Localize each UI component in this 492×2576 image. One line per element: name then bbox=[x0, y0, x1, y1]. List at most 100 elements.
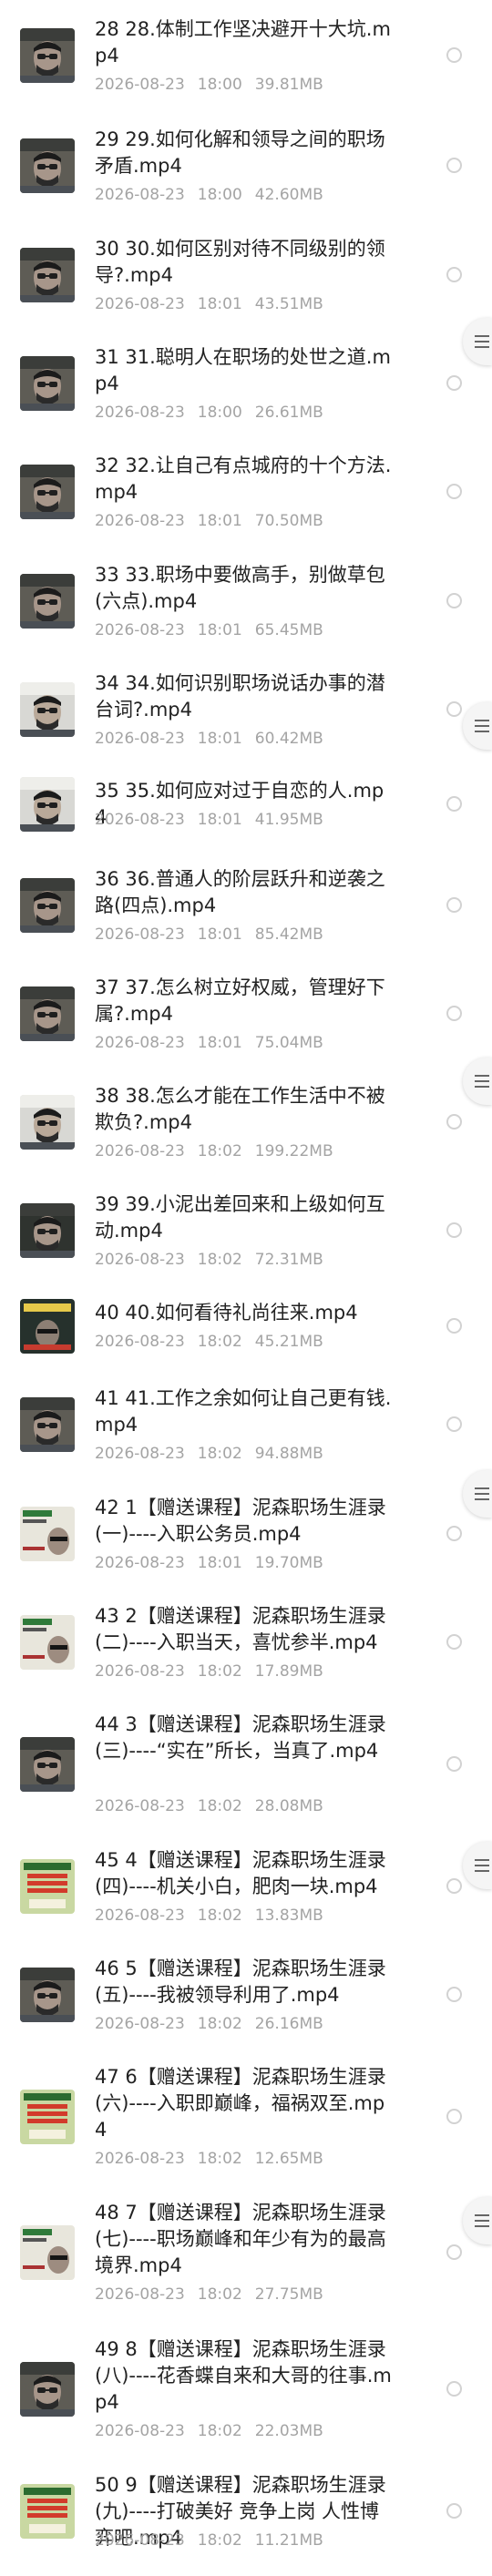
file-time: 18:02 bbox=[197, 1662, 242, 1681]
file-date: 2026-08-23 bbox=[95, 1333, 185, 1351]
file-list-item[interactable]: 35 35.如何应对过于自恋的人.mp4 2026-08-23 18:01 41.95… bbox=[0, 777, 492, 832]
file-list-item[interactable]: 28 28.体制工作坚决避开十大坑.mp4 2026-08-23 18:00 39.8… bbox=[0, 16, 492, 95]
file-time: 18:02 bbox=[197, 1906, 242, 1925]
video-thumbnail bbox=[20, 1299, 75, 1354]
file-list-item[interactable]: 37 37.怎么树立好权威，管理好下属?.mp4 2026-08-23 18:01 7… bbox=[0, 975, 492, 1053]
radio-unchecked-icon[interactable] bbox=[446, 593, 462, 608]
video-thumbnail bbox=[20, 248, 75, 302]
file-size: 19.70MB bbox=[254, 1554, 323, 1572]
radio-unchecked-icon[interactable] bbox=[446, 1756, 462, 1772]
file-date: 2026-08-23 bbox=[95, 404, 185, 422]
drag-handle-bar bbox=[475, 2220, 489, 2222]
radio-unchecked-icon[interactable] bbox=[446, 1634, 462, 1650]
file-size: 28.08MB bbox=[254, 1797, 323, 1815]
file-list-item[interactable]: 40 40.如何看待礼尚往来.mp4 2026-08-23 18:02 45.21MB bbox=[0, 1299, 492, 1354]
radio-unchecked-icon[interactable] bbox=[446, 1318, 462, 1334]
file-list-item[interactable]: 47 6【赠送课程】泥森职场生涯录(六)----入职即巅峰，福祸双至.mp4 20… bbox=[0, 2064, 492, 2169]
file-date: 2026-08-23 bbox=[95, 512, 185, 530]
file-name: 31 31.聪明人在职场的处世之道.mp4 bbox=[95, 346, 391, 394]
file-date: 2026-08-23 bbox=[95, 2015, 185, 2033]
file-date: 2026-08-23 bbox=[95, 1554, 185, 1572]
file-size: 75.04MB bbox=[254, 1034, 323, 1052]
radio-unchecked-icon[interactable] bbox=[446, 1878, 462, 1894]
file-name: 29 29.如何化解和领导之间的职场矛盾.mp4 bbox=[95, 128, 385, 177]
file-name: 45 4【赠送课程】泥森职场生涯录(四)----机关小白，肥肉一块.mp4 bbox=[95, 1849, 386, 1897]
drag-handle-bar bbox=[475, 346, 489, 348]
radio-unchecked-icon[interactable] bbox=[446, 1222, 462, 1238]
file-size: 60.42MB bbox=[254, 730, 323, 748]
file-time: 18:02 bbox=[197, 2150, 242, 2168]
drag-handle-bar bbox=[475, 1859, 489, 1861]
drag-handle-bar bbox=[475, 341, 489, 342]
file-list-item[interactable]: 33 33.职场中要做高手，别做草包(六点).mp4 2026-08-23 18:0… bbox=[0, 562, 492, 640]
file-date: 2026-08-23 bbox=[95, 925, 185, 944]
file-size: 85.42MB bbox=[254, 925, 323, 944]
file-list-item[interactable]: 41 41.工作之余如何让自己更有钱.mp4 2026-08-23 18:02 94.… bbox=[0, 1385, 492, 1464]
file-date: 2026-08-23 bbox=[95, 730, 185, 748]
file-list-item[interactable]: 43 2【赠送课程】泥森职场生涯录(二)----入职当天，喜忧参半.mp4 202… bbox=[0, 1603, 492, 1682]
radio-unchecked-icon[interactable] bbox=[446, 375, 462, 391]
file-date: 2026-08-23 bbox=[95, 295, 185, 313]
file-list-item[interactable]: 49 8【赠送课程】泥森职场生涯录(八)----花香蝶自来和大哥的往事.mp4 2… bbox=[0, 2336, 492, 2441]
file-list-item[interactable]: 38 38.怎么才能在工作生活中不被欺负?.mp4 2026-08-23 18:02… bbox=[0, 1083, 492, 1161]
radio-unchecked-icon[interactable] bbox=[446, 2503, 462, 2519]
file-size: 65.45MB bbox=[254, 621, 323, 639]
radio-unchecked-icon[interactable] bbox=[446, 267, 462, 282]
radio-unchecked-icon[interactable] bbox=[446, 158, 462, 173]
file-meta: 2026-08-23 18:00 39.81MB bbox=[95, 75, 336, 95]
file-date: 2026-08-23 bbox=[95, 1662, 185, 1681]
radio-unchecked-icon[interactable] bbox=[446, 2109, 462, 2124]
drag-handle-bar bbox=[475, 1075, 489, 1077]
file-name: 39 39.小泥出差回来和上级如何互动.mp4 bbox=[95, 1193, 385, 1242]
file-name: 34 34.如何识别职场说话办事的潜台词?.mp4 bbox=[95, 672, 385, 721]
file-list-item[interactable]: 48 7【赠送课程】泥森职场生涯录(七)----职场巅峰和年少有为的最高境界.m… bbox=[0, 2200, 492, 2305]
file-size: 41.95MB bbox=[254, 811, 323, 829]
file-meta: 2026-08-23 18:01 65.45MB bbox=[95, 620, 336, 640]
file-meta: 2026-08-23 18:01 19.70MB bbox=[95, 1553, 336, 1573]
file-list-item[interactable]: 32 32.让自己有点城府的十个方法.mp4 2026-08-23 18:01 70.… bbox=[0, 453, 492, 531]
file-list-item[interactable]: 42 1【赠送课程】泥森职场生涯录(一)----入职公务员.mp4 2026-08… bbox=[0, 1495, 492, 1573]
file-date: 2026-08-23 bbox=[95, 2285, 185, 2304]
file-list-item[interactable]: 45 4【赠送课程】泥森职场生涯录(四)----机关小白，肥肉一块.mp4 202… bbox=[0, 1847, 492, 1926]
file-list-item[interactable]: 39 39.小泥出差回来和上级如何互动.mp4 2026-08-23 18:02 72… bbox=[0, 1191, 492, 1270]
file-list-item[interactable]: 46 5【赠送课程】泥森职场生涯录(五)----我被领导利用了.mp4 2026-… bbox=[0, 1956, 492, 2034]
file-time: 18:01 bbox=[197, 295, 242, 313]
video-thumbnail bbox=[20, 1397, 75, 1452]
radio-unchecked-icon[interactable] bbox=[446, 796, 462, 812]
file-list-item[interactable]: 50 9【赠送课程】泥森职场生涯录(九)----打破美好 竞争上岗 人性博弈吧.… bbox=[0, 2472, 492, 2550]
file-list-item[interactable]: 29 29.如何化解和领导之间的职场矛盾.mp4 2026-08-23 18:00 4… bbox=[0, 127, 492, 205]
file-date: 2026-08-23 bbox=[95, 621, 185, 639]
radio-unchecked-icon[interactable] bbox=[446, 897, 462, 913]
video-thumbnail bbox=[20, 28, 75, 83]
file-list-item[interactable]: 36 36.普通人的阶层跃升和逆袭之路(四点).mp4 2026-08-23 18:… bbox=[0, 866, 492, 945]
file-size: 39.81MB bbox=[254, 76, 323, 94]
file-time: 18:02 bbox=[197, 1142, 242, 1160]
radio-unchecked-icon[interactable] bbox=[446, 47, 462, 63]
file-date: 2026-08-23 bbox=[95, 811, 185, 829]
radio-unchecked-icon[interactable] bbox=[446, 1006, 462, 1021]
file-time: 18:00 bbox=[197, 404, 242, 422]
radio-unchecked-icon[interactable] bbox=[446, 2244, 462, 2260]
radio-unchecked-icon[interactable] bbox=[446, 1526, 462, 1541]
radio-unchecked-icon[interactable] bbox=[446, 701, 462, 717]
file-list-item[interactable]: 34 34.如何识别职场说话办事的潜台词?.mp4 2026-08-23 18:01… bbox=[0, 670, 492, 749]
file-date: 2026-08-23 bbox=[95, 1251, 185, 1269]
file-size: 43.51MB bbox=[254, 295, 323, 313]
file-list-item[interactable]: 31 31.聪明人在职场的处世之道.mp4 2026-08-23 18:00 26.6… bbox=[0, 344, 492, 423]
file-meta: 2026-08-23 18:00 26.61MB bbox=[95, 403, 336, 423]
radio-unchecked-icon[interactable] bbox=[446, 1416, 462, 1432]
radio-unchecked-icon[interactable] bbox=[446, 1987, 462, 2002]
file-time: 18:01 bbox=[197, 1034, 242, 1052]
radio-unchecked-icon[interactable] bbox=[446, 1114, 462, 1130]
file-time: 18:01 bbox=[197, 811, 242, 829]
radio-unchecked-icon[interactable] bbox=[446, 484, 462, 499]
radio-unchecked-icon[interactable] bbox=[446, 2381, 462, 2397]
file-list-item[interactable]: 44 3【赠送课程】泥森职场生涯录(三)----“实在”所长，当真了.mp4 20… bbox=[0, 1712, 492, 1816]
file-list-item[interactable]: 30 30.如何区别对待不同级别的领导?.mp4 2026-08-23 18:01 4… bbox=[0, 236, 492, 314]
video-thumbnail bbox=[20, 1615, 75, 1670]
file-name: 30 30.如何区别对待不同级别的领导?.mp4 bbox=[95, 238, 385, 286]
file-time: 18:02 bbox=[197, 2422, 242, 2440]
file-name: 46 5【赠送课程】泥森职场生涯录(五)----我被领导利用了.mp4 bbox=[95, 1958, 386, 2006]
drag-handle-bar bbox=[475, 1498, 489, 1500]
file-time: 18:02 bbox=[197, 1797, 242, 1815]
